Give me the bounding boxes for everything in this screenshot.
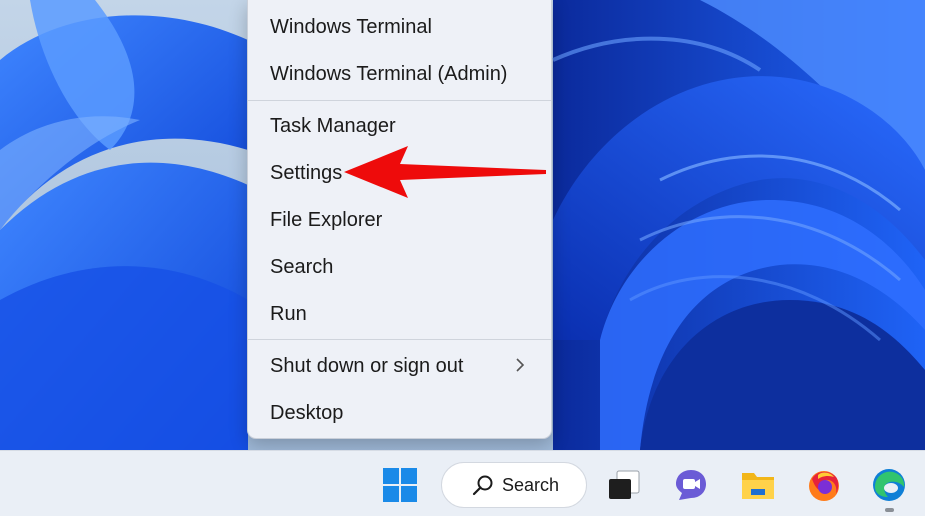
menu-item-label: Settings [270,161,343,184]
taskbar-search-button[interactable]: Search [441,462,587,508]
menu-divider [248,339,551,340]
menu-divider [248,100,551,101]
task-view-icon[interactable] [607,467,643,503]
menu-item-label: Windows Terminal [270,15,432,38]
taskbar-search-label: Search [502,474,560,495]
edge-icon[interactable] [871,467,907,503]
firefox-icon[interactable] [806,467,842,503]
menu-item-windows-terminal-admin[interactable]: Windows Terminal (Admin) [248,52,551,96]
menu-item-label: Run [270,302,307,325]
power-user-context-menu: Windows Terminal Windows Terminal (Admin… [247,0,552,439]
teams-chat-icon[interactable] [673,467,709,503]
menu-item-shut-down-or-sign-out[interactable]: Shut down or sign out [248,344,551,388]
menu-item-label: Search [270,255,334,278]
menu-item-file-explorer[interactable]: File Explorer [248,198,551,242]
menu-item-label: Task Manager [270,114,396,137]
chevron-right-icon [516,358,525,372]
menu-item-windows-terminal[interactable]: Windows Terminal [248,5,551,49]
search-icon [472,475,493,496]
menu-item-label: File Explorer [270,208,383,231]
windows-start-icon[interactable] [382,467,418,503]
red-arrow-annotation [344,146,546,198]
file-explorer-icon[interactable] [740,467,776,503]
running-indicator [885,508,894,512]
menu-item-label: Windows Terminal (Admin) [270,62,508,85]
menu-item-label: Desktop [270,401,344,424]
menu-item-label: Shut down or sign out [270,354,464,377]
menu-item-desktop[interactable]: Desktop [248,391,551,435]
menu-item-run[interactable]: Run [248,292,551,336]
menu-item-search[interactable]: Search [248,245,551,289]
taskbar: Search [0,450,925,516]
